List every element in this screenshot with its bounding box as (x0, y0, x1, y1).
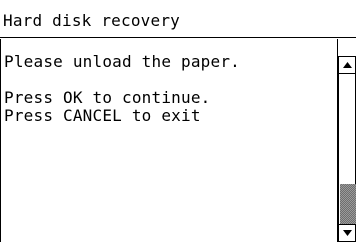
message-line-cancel: Press CANCEL to exit (4, 106, 201, 125)
up-arrow-icon (343, 62, 352, 68)
message-text: Please unload the paper. Press OK to con… (4, 53, 240, 125)
title-bar: Hard disk recovery (0, 0, 356, 38)
scroll-down-button[interactable] (338, 224, 356, 242)
down-arrow-icon (343, 230, 352, 236)
scroll-track[interactable] (338, 74, 356, 225)
message-line-ok: Press OK to continue. (4, 88, 211, 107)
screen-title: Hard disk recovery (3, 11, 180, 30)
message-panel: Please unload the paper. Press OK to con… (0, 39, 356, 242)
scroll-up-button[interactable] (338, 56, 356, 74)
scroll-thumb[interactable] (340, 184, 356, 225)
message-line-unload: Please unload the paper. (4, 52, 240, 71)
vertical-scrollbar[interactable] (337, 39, 356, 242)
recovery-screen: Hard disk recovery Please unload the pap… (0, 0, 356, 242)
